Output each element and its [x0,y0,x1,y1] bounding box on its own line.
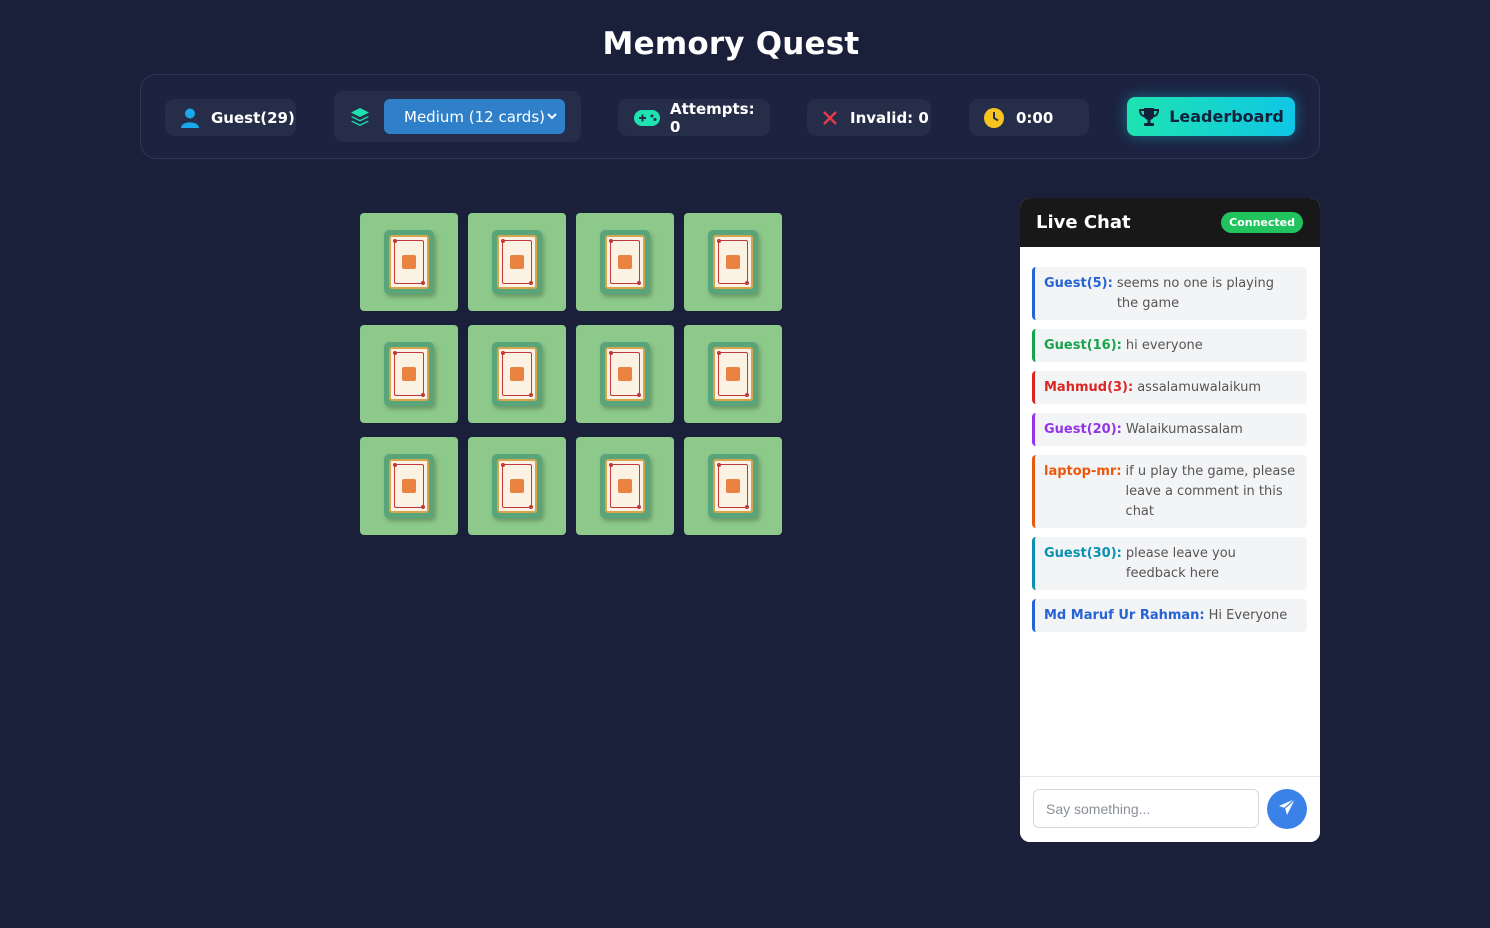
difficulty-select[interactable]: Medium (12 cards) [384,99,565,134]
memory-card[interactable] [468,437,566,535]
chat-message-text: please leave you feedback here [1125,546,1236,581]
card-pattern-icon [389,235,429,289]
chat-message: Mahmud(3): assalamuwalaikum [1032,371,1307,404]
chat-message-author: Guest(30): [1044,546,1122,561]
card-pattern-icon [605,347,645,401]
chat-message-input[interactable] [1033,789,1259,828]
invalid-counter: Invalid: 0 [807,99,931,136]
attempts-label: Attempts: 0 [670,99,755,136]
difficulty-panel: Medium (12 cards) [334,91,581,142]
card-back [492,454,542,518]
user-icon [179,108,201,128]
layers-icon [348,107,372,127]
card-pattern-icon [605,459,645,513]
chat-message-author: laptop-mr: [1044,464,1122,479]
send-icon [1278,798,1296,820]
card-pattern-icon [389,347,429,401]
memory-card[interactable] [684,325,782,423]
attempts-counter: Attempts: 0 [618,99,770,136]
card-back [492,230,542,294]
card-pattern-icon [497,235,537,289]
card-back [600,454,650,518]
timer-value: 0:00 [1016,108,1054,127]
page-title: Memory Quest [602,26,860,62]
stats-toolbar: Guest(29) Medium (12 cards) Attempts: 0 … [140,74,1320,159]
chat-message-text: assalamuwalaikum [1137,380,1261,395]
card-pattern-icon [497,459,537,513]
memory-board [360,213,782,535]
card-back [492,342,542,406]
gamepad-icon [634,109,660,126]
send-button[interactable] [1267,789,1307,829]
chat-message-text: hi everyone [1125,338,1203,353]
card-pattern-icon [713,235,753,289]
chat-message-text: Walaikumassalam [1125,422,1243,437]
chat-message-author: Mahmud(3): [1044,380,1134,395]
memory-card[interactable] [468,325,566,423]
trophy-icon [1138,107,1160,127]
card-back [600,342,650,406]
clock-icon [983,107,1005,128]
chat-title: Live Chat [1036,212,1131,233]
card-pattern-icon [389,459,429,513]
card-back [384,342,434,406]
chat-message-text: Hi Everyone [1208,608,1288,623]
memory-card[interactable] [576,213,674,311]
memory-card[interactable] [360,325,458,423]
memory-card[interactable] [576,325,674,423]
timer: 0:00 [969,99,1089,136]
chat-message-text: seems no one is playing the game [1116,276,1274,311]
card-back [708,230,758,294]
memory-card[interactable] [360,437,458,535]
chevron-down-icon [546,108,558,128]
card-back [600,230,650,294]
chat-message: Guest(20): Walaikumassalam [1032,413,1307,446]
memory-card[interactable] [576,437,674,535]
chat-message-author: Md Maruf Ur Rahman: [1044,608,1205,623]
leaderboard-label: Leaderboard [1169,107,1284,126]
player-badge: Guest(29) [165,99,296,136]
chat-message: Md Maruf Ur Rahman: Hi Everyone [1032,599,1307,632]
chat-message-list[interactable]: Guest(5): seems no one is playing the gam… [1032,267,1307,641]
chat-message-text: if u play the game, please leave a comme… [1125,464,1296,519]
leaderboard-button[interactable]: Leaderboard [1127,97,1295,136]
memory-card[interactable] [360,213,458,311]
invalid-label: Invalid: 0 [850,108,929,127]
memory-card[interactable] [684,213,782,311]
card-pattern-icon [713,347,753,401]
chat-message: Guest(16): hi everyone [1032,329,1307,362]
memory-card[interactable] [684,437,782,535]
connection-status-badge: Connected [1221,212,1303,233]
difficulty-selected-value: Medium (12 cards) [404,107,545,126]
card-back [384,230,434,294]
chat-message: Guest(5): seems no one is playing the gam… [1032,267,1307,320]
chat-message-author: Guest(16): [1044,338,1122,353]
card-pattern-icon [605,235,645,289]
player-name: Guest(29) [211,108,295,127]
card-back [708,454,758,518]
close-icon [821,110,839,125]
chat-message: Guest(30): please leave you feedback here [1032,537,1307,590]
card-back [708,342,758,406]
chat-footer [1020,776,1320,842]
chat-message: laptop-mr: if u play the game, please lea… [1032,455,1307,528]
card-back [384,454,434,518]
chat-message-author: Guest(5): [1044,276,1113,291]
card-pattern-icon [497,347,537,401]
chat-message-author: Guest(20): [1044,422,1122,437]
chat-header: Live Chat Connected [1020,198,1320,247]
memory-card[interactable] [468,213,566,311]
card-pattern-icon [713,459,753,513]
live-chat-panel: Live Chat Connected Guest(5): seems no on… [1020,198,1320,842]
